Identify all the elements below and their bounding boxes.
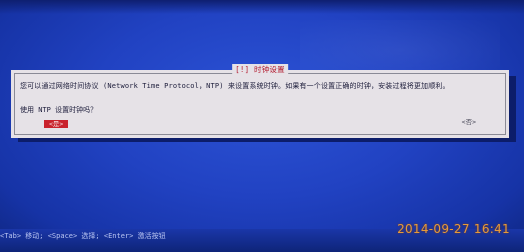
photo-timestamp: 2014-09-27 16:41: [397, 222, 510, 236]
dialog-question: 使用 NTP 设置时钟吗？: [20, 106, 98, 114]
no-button[interactable]: <否>: [462, 118, 476, 126]
keyboard-help-text: <Tab> 移动; <Space> 选择; <Enter> 激活按钮: [0, 232, 166, 240]
yes-button[interactable]: <是>: [44, 120, 69, 128]
dialog-message: 您可以通过网络时间协议 (Network Time Protocol，NTP) …: [20, 82, 450, 90]
screen-top-edge: [0, 0, 524, 14]
clock-setup-dialog: [!] 时钟设置 您可以通过网络时间协议 (Network Time Proto…: [11, 64, 509, 138]
dialog-title: [!] 时钟设置: [232, 64, 288, 75]
